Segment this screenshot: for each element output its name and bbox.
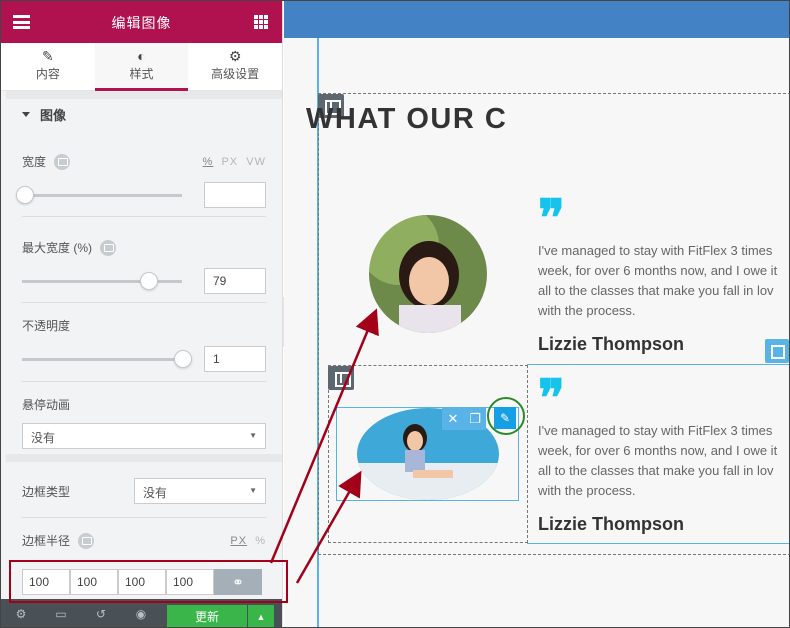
responsive-monitor-icon[interactable]: [100, 239, 116, 256]
history-icon[interactable]: ↺: [81, 607, 121, 621]
column-handle-icon[interactable]: [328, 366, 354, 390]
testimonial-text-1: I've managed to stay with FitFlex 3 time…: [538, 241, 777, 321]
text-line: with the process.: [538, 303, 636, 318]
unit-percent[interactable]: %: [255, 535, 266, 547]
tab-style[interactable]: ◐ 样式: [94, 43, 189, 91]
width-input[interactable]: [204, 182, 266, 208]
testimonial-text-2: I've managed to stay with FitFlex 3 time…: [538, 421, 777, 501]
opacity-label: 不透明度: [22, 319, 71, 333]
panel-tabs: ✎ 内容 ◐ 样式 ⚙ 高级设置: [1, 43, 282, 91]
tab-advanced[interactable]: ⚙ 高级设置: [188, 43, 282, 90]
sidebar-header: 编辑图像: [1, 1, 282, 43]
widgets-grid-icon[interactable]: [254, 15, 268, 29]
quote-mark-icon: ❞: [538, 188, 565, 247]
pencil-icon: ✎: [41, 48, 54, 64]
text-line: I've managed to stay with FitFlex 3 time…: [538, 243, 773, 258]
text-line: all to the classes that make you fall in…: [538, 283, 774, 298]
tab-advanced-label: 高级设置: [211, 67, 260, 81]
border-radius-control: 边框半径 PX %: [22, 518, 266, 549]
preview-eye-icon[interactable]: ◉: [121, 607, 161, 621]
save-options-caret-icon[interactable]: ▲: [248, 605, 274, 627]
controls-panel[interactable]: 图像 宽度 % PX VW 最大宽度 (%) 79 不透明度 1 悬停动画 没有…: [6, 91, 282, 599]
max-width-slider[interactable]: [22, 271, 182, 290]
unit-px[interactable]: PX: [221, 156, 238, 168]
unit-vw[interactable]: VW: [246, 156, 266, 168]
responsive-mode-icon[interactable]: ▭: [41, 607, 81, 621]
gear-icon: ⚙: [228, 48, 242, 64]
max-width-input[interactable]: 79: [204, 268, 266, 294]
tab-content-label: 内容: [35, 67, 60, 81]
width-slider[interactable]: [16, 185, 182, 204]
text-line: I've managed to stay with FitFlex 3 time…: [538, 423, 773, 438]
testimonial-name-2: Lizzie Thompson: [538, 514, 684, 534]
border-type-control: 边框类型 没有: [22, 462, 266, 518]
panel-title: 编辑图像: [111, 15, 172, 31]
unit-percent[interactable]: %: [203, 156, 214, 168]
border-radius-label: 边框半径: [22, 534, 71, 548]
hover-animation-label: 悬停动画: [22, 398, 71, 412]
opacity-slider[interactable]: [22, 349, 192, 368]
duplicate-icon[interactable]: ❐: [464, 408, 486, 430]
opacity-control: 不透明度 1: [22, 303, 266, 382]
contrast-icon: ◐: [137, 48, 146, 64]
border-type-label: 边框类型: [22, 485, 71, 499]
width-control: 宽度 % PX VW: [16, 129, 266, 217]
max-width-label: 最大宽度 (%): [22, 241, 92, 255]
text-line: all to the classes that make you fall in…: [538, 463, 774, 478]
editor-sidebar: 编辑图像 ✎ 内容 ◐ 样式 ⚙ 高级设置 图像 宽度 % PX VW 最大宽度…: [1, 1, 283, 627]
responsive-monitor-icon[interactable]: [54, 153, 71, 170]
unit-switcher[interactable]: % PX VW: [203, 156, 266, 168]
testimonial-avatar-1[interactable]: [369, 215, 487, 333]
width-slider-handle[interactable]: [16, 185, 34, 204]
section-handle-icon[interactable]: [765, 339, 789, 363]
max-width-slider-handle[interactable]: [140, 271, 158, 290]
text-line: week, for over 6 months now, and I owe i…: [538, 443, 778, 458]
quote-mark-icon: ❞: [538, 368, 565, 427]
tab-content[interactable]: ✎ 内容: [1, 43, 95, 90]
tab-style-label: 样式: [129, 67, 154, 81]
annotation-highlight-box: [9, 560, 288, 603]
edit-pencil-icon[interactable]: ✎: [494, 407, 516, 429]
app-window: 编辑图像 ✎ 内容 ◐ 样式 ⚙ 高级设置 图像 宽度 % PX VW 最大宽度…: [0, 0, 790, 628]
responsive-monitor-icon[interactable]: [78, 532, 95, 549]
widget-toolbar: ✕ ❐: [442, 408, 486, 430]
section-title: 图像: [40, 107, 67, 123]
caret-down-icon: [22, 111, 30, 117]
section-image-toggle[interactable]: 图像: [6, 91, 282, 129]
text-line: week, for over 6 months now, and I owe i…: [538, 263, 778, 278]
testimonial-name-1: Lizzie Thompson: [538, 334, 684, 354]
hover-animation-select[interactable]: 没有: [22, 423, 266, 449]
opacity-input[interactable]: 1: [204, 346, 266, 372]
sidebar-footer: ⚙ ▭ ↺ ◉ 更新 ▲: [1, 599, 282, 627]
width-label: 宽度: [22, 155, 47, 169]
hover-animation-control: 悬停动画 没有: [6, 382, 282, 462]
delete-icon[interactable]: ✕: [442, 408, 464, 430]
text-line: with the process.: [538, 483, 636, 498]
preview-topbar: [284, 1, 789, 38]
border-type-select[interactable]: 没有: [134, 478, 266, 504]
update-button[interactable]: 更新: [167, 605, 247, 627]
section-heading: WHAT OUR C: [306, 103, 508, 135]
unit-px[interactable]: PX: [230, 535, 247, 547]
opacity-slider-handle[interactable]: [174, 349, 192, 368]
radius-unit-switcher[interactable]: PX %: [230, 535, 266, 547]
max-width-control: 最大宽度 (%) 79: [22, 217, 266, 303]
settings-gear-icon[interactable]: ⚙: [1, 607, 41, 621]
